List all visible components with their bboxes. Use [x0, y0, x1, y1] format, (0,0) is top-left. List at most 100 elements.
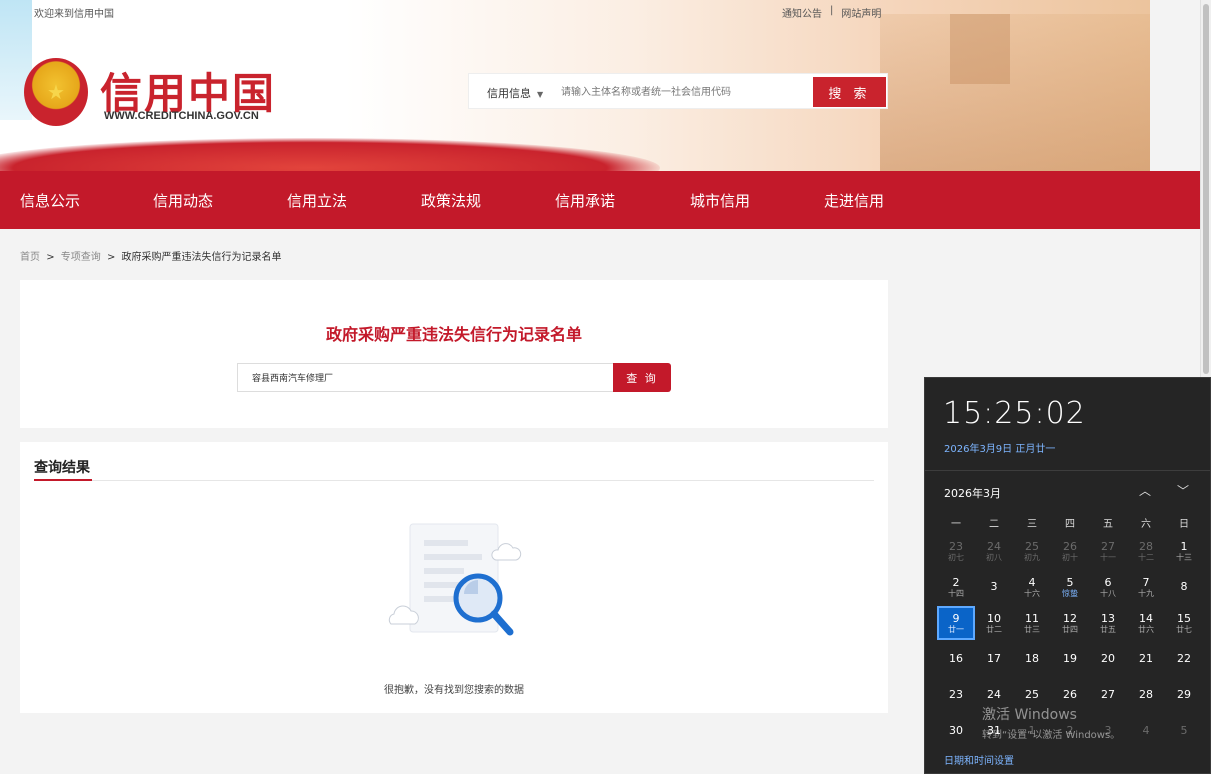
site-url-text: WWW.CREDITCHINA.GOV.CN — [104, 110, 259, 122]
calendar-day[interactable]: 3 — [1089, 714, 1127, 748]
calendar-day-number: 23 — [949, 688, 963, 701]
calendar-day[interactable]: 11 廿三 — [1013, 606, 1051, 640]
calendar-day[interactable]: 14 廿六 — [1127, 606, 1165, 640]
weekday-label: 五 — [1103, 518, 1113, 530]
empty-results-illustration — [388, 523, 522, 636]
calendar-lunar-label: 初十 — [1062, 552, 1078, 562]
nav-item-credit-commitment[interactable]: 信用承诺 — [555, 190, 615, 211]
calendar-day[interactable]: 25 初九 — [1013, 534, 1051, 568]
calendar-day[interactable]: 30 — [937, 714, 975, 748]
calendar-month-label[interactable]: 2026年3月 — [944, 485, 1001, 501]
calendar-day[interactable]: 2 — [1051, 714, 1089, 748]
results-divider — [34, 480, 874, 481]
calendar-day[interactable]: 26 — [1051, 678, 1089, 712]
date-time-settings-link[interactable]: 日期和时间设置 — [944, 752, 1014, 767]
calendar-lunar-label: 廿四 — [1062, 624, 1078, 634]
calendar-day-number: 26 — [1063, 688, 1077, 701]
header-search-button[interactable]: 搜 索 — [813, 77, 886, 107]
clock-date-link[interactable]: 2026年3月9日 正月廿一 — [944, 440, 1055, 455]
weekday-label: 四 — [1065, 518, 1075, 530]
breadcrumb-home[interactable]: 首页 — [20, 252, 40, 263]
calendar-day[interactable]: 6 十八 — [1089, 570, 1127, 604]
calendar-lunar-label: 初九 — [1024, 552, 1040, 562]
calendar-week-row: 30 31 1 2 3 4 5 — [937, 714, 1205, 750]
nav-item-city-credit[interactable]: 城市信用 — [690, 190, 750, 211]
calendar-day-number: 10 — [987, 611, 1001, 625]
calendar-day[interactable]: 31 — [975, 714, 1013, 748]
calendar-day-number: 29 — [1177, 688, 1191, 701]
calendar-lunar-label: 十九 — [1138, 588, 1154, 598]
previous-month-chevron-up-icon[interactable]: ︿ — [1139, 482, 1151, 499]
header-search-input[interactable] — [561, 81, 801, 103]
calendar-day[interactable]: 8 — [1165, 570, 1203, 604]
calendar-lunar-label: 十四 — [948, 588, 964, 598]
calendar-day[interactable]: 1 — [1013, 714, 1051, 748]
calendar-day[interactable]: 26 初十 — [1051, 534, 1089, 568]
calendar-week-row: 23 24 25 26 27 28 29 — [937, 678, 1205, 714]
calendar-day[interactable]: 23 — [937, 678, 975, 712]
calendar-day[interactable]: 2 十四 — [937, 570, 975, 604]
calendar-day-today[interactable]: 9 廿一 — [937, 606, 975, 640]
notice-link[interactable]: 通知公告 — [782, 5, 822, 20]
top-links: 通知公告 | 网站声明 — [782, 5, 881, 20]
results-title-underline — [34, 479, 92, 481]
calendar-day[interactable]: 18 — [1013, 642, 1051, 676]
calendar-day[interactable]: 23 初七 — [937, 534, 975, 568]
calendar-day[interactable]: 15 廿七 — [1165, 606, 1203, 640]
calendar-day[interactable]: 4 — [1127, 714, 1165, 748]
calendar-day[interactable]: 29 — [1165, 678, 1203, 712]
windows-calendar-flyout: 15:25:02 2026年3月9日 正月廿一 2026年3月 ︿ ﹀ 一 二 三 四… — [924, 377, 1211, 774]
calendar-day[interactable]: 21 — [1127, 642, 1165, 676]
query-button[interactable]: 查 询 — [613, 363, 671, 392]
calendar-lunar-label: 惊蛰 — [1062, 588, 1078, 598]
next-month-chevron-down-icon[interactable]: ﹀ — [1177, 482, 1189, 499]
calendar-day-number: 6 — [1104, 575, 1112, 589]
calendar-day-number: 25 — [1025, 539, 1039, 553]
welcome-text: 欢迎来到信用中国 — [34, 9, 114, 20]
calendar-day-number: 17 — [987, 652, 1001, 665]
calendar-day-number: 15 — [1177, 611, 1191, 625]
calendar-lunar-label: 廿五 — [1100, 624, 1116, 634]
calendar-day[interactable]: 12 廿四 — [1051, 606, 1089, 640]
search-type-select[interactable]: 信用信息 ▼ — [487, 85, 543, 101]
calendar-day[interactable]: 3 — [975, 570, 1013, 604]
scrollbar-thumb[interactable] — [1203, 4, 1209, 374]
calendar-day[interactable]: 5 — [1165, 714, 1203, 748]
calendar-day[interactable]: 27 十一 — [1089, 534, 1127, 568]
statement-link[interactable]: 网站声明 — [841, 5, 881, 20]
calendar-day[interactable]: 10 廿二 — [975, 606, 1013, 640]
breadcrumb-separator: > — [106, 252, 116, 263]
calendar-day[interactable]: 5 惊蛰 — [1051, 570, 1089, 604]
nav-item-about-credit[interactable]: 走进信用 — [824, 190, 884, 211]
calendar-day[interactable]: 22 — [1165, 642, 1203, 676]
calendar-day-number: 25 — [1025, 688, 1039, 701]
calendar-day[interactable]: 4 十六 — [1013, 570, 1051, 604]
calendar-day[interactable]: 17 — [975, 642, 1013, 676]
calendar-lunar-label: 廿二 — [986, 624, 1002, 634]
calendar-week-row: 2 十四 3 4 十六 5 惊蛰 6 十八 7 十九 8 — [937, 570, 1205, 606]
calendar-day[interactable]: 25 — [1013, 678, 1051, 712]
weekday-label: 六 — [1141, 518, 1151, 530]
calendar-day[interactable]: 27 — [1089, 678, 1127, 712]
calendar-day-number: 18 — [1025, 652, 1039, 665]
calendar-day[interactable]: 20 — [1089, 642, 1127, 676]
calendar-day[interactable]: 13 廿五 — [1089, 606, 1127, 640]
nav-item-policies[interactable]: 政策法规 — [421, 190, 481, 211]
nav-item-info-disclosure[interactable]: 信息公示 — [20, 190, 80, 211]
calendar-day[interactable]: 24 — [975, 678, 1013, 712]
caret-down-icon: ▼ — [537, 90, 544, 99]
calendar-day[interactable]: 28 十二 — [1127, 534, 1165, 568]
calendar-day[interactable]: 28 — [1127, 678, 1165, 712]
calendar-day-number: 31 — [987, 724, 1001, 737]
calendar-lunar-label: 廿六 — [1138, 624, 1154, 634]
calendar-day[interactable]: 7 十九 — [1127, 570, 1165, 604]
breadcrumb-category[interactable]: 专项查询 — [61, 252, 101, 263]
nav-item-credit-legislation[interactable]: 信用立法 — [287, 190, 347, 211]
nav-item-credit-news[interactable]: 信用动态 — [153, 190, 213, 211]
calendar-day[interactable]: 1 十三 — [1165, 534, 1203, 568]
calendar-week-row: 23 初七 24 初八 25 初九 26 初十 27 十一 28 十二 1 十三 — [937, 534, 1205, 570]
calendar-day[interactable]: 19 — [1051, 642, 1089, 676]
calendar-day[interactable]: 16 — [937, 642, 975, 676]
query-input[interactable] — [237, 363, 635, 392]
calendar-day[interactable]: 24 初八 — [975, 534, 1013, 568]
